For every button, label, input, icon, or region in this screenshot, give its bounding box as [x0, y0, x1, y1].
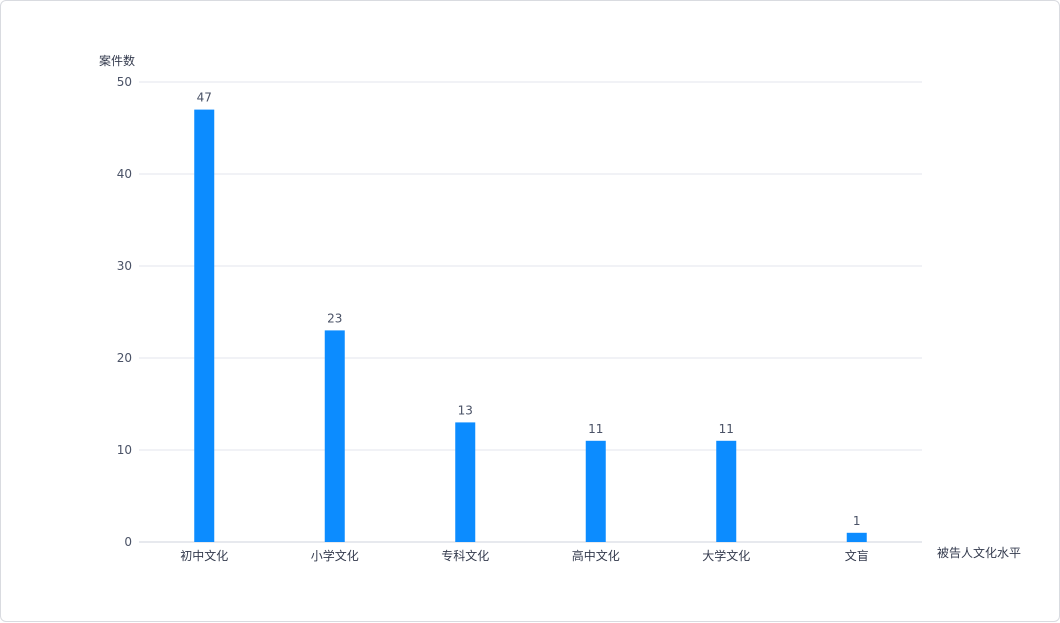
- y-tick-label: 30: [117, 259, 132, 273]
- x-category-label: 初中文化: [180, 548, 228, 563]
- y-tick-label: 50: [117, 75, 132, 89]
- y-tick-label: 10: [117, 443, 132, 457]
- data-label-layer: 47231311 111: [197, 91, 861, 528]
- y-tick-label: 40: [117, 167, 132, 181]
- x-category-label: 小学文化: [311, 548, 359, 563]
- bar-value-label: 1: [853, 514, 861, 528]
- y-axis-ticks: 0 10 20 30 40 50: [117, 75, 132, 549]
- x-axis-categories: 初中文化 小学文化 专科文化 高中文化 大学文化 文盲: [180, 548, 869, 563]
- bar-value-label: 47: [197, 91, 212, 105]
- bar-value-label: 13: [458, 403, 473, 417]
- bar-value-label: 11: [719, 422, 734, 436]
- grid-layer: [139, 81, 922, 451]
- x-axis-title: 被告人文化水平: [937, 545, 1021, 560]
- y-tick-label: 0: [124, 535, 132, 549]
- bar[interactable]: [324, 330, 345, 542]
- bar-value-label: 11: [588, 422, 603, 436]
- bar[interactable]: [194, 109, 215, 542]
- x-category-label: 文盲: [845, 548, 869, 563]
- y-tick-label: 20: [117, 351, 132, 365]
- bar-value-label: 23: [327, 311, 342, 325]
- x-category-label: 高中文化: [572, 548, 620, 563]
- chart-panel: 0 10 20 30 40 50 47 23 13 11 11 1 初中文化 小学文化 专科文化 高中文化…: [0, 0, 1060, 622]
- bar-chart: 01020304050 47231311 111 初中文化 小学文化 专科文化 高中文化…: [99, 53, 1021, 563]
- x-category-label: 大学文化: [702, 548, 750, 563]
- bar[interactable]: [716, 440, 737, 542]
- bar[interactable]: [585, 440, 606, 542]
- bar[interactable]: [455, 422, 476, 542]
- y-axis-title: 案件数: [99, 53, 135, 68]
- x-category-label: 专科文化: [441, 548, 489, 563]
- bar[interactable]: [846, 532, 867, 542]
